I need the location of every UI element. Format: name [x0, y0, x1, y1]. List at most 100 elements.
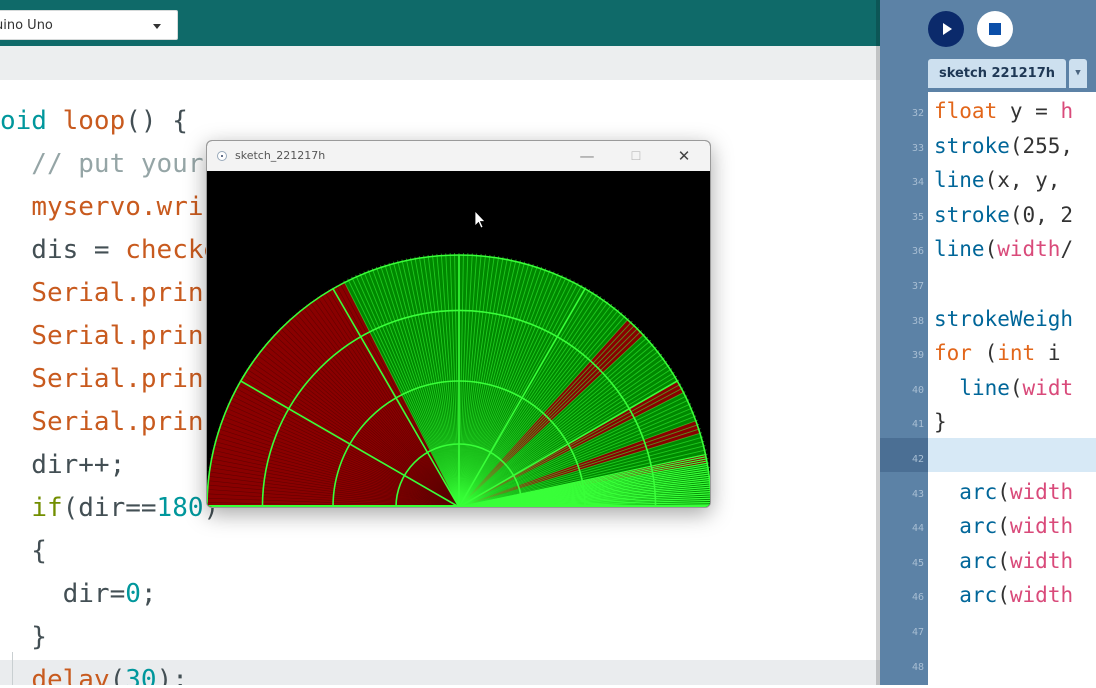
code-token: line — [934, 168, 985, 193]
code-token: // put your — [0, 149, 204, 179]
code-token: width — [1009, 548, 1074, 573]
arduino-toolbar: uino Uno — [0, 0, 882, 46]
code-token: ( — [1009, 375, 1023, 400]
code-line: { — [0, 531, 47, 571]
line-number: 37 — [911, 281, 924, 292]
board-selector-dropdown[interactable]: uino Uno — [0, 10, 178, 40]
code-token: ); — [156, 665, 188, 685]
code-line: stroke(0, 2 — [934, 198, 1096, 232]
line-number: 38 — [911, 315, 924, 327]
line-number: 34 — [911, 177, 924, 189]
minimize-button[interactable]: — — [572, 145, 602, 167]
code-token: line — [934, 237, 985, 262]
code-token: width — [997, 237, 1061, 262]
sketch-window-titlebar[interactable]: sketch_221217h — ☐ ✕ — [207, 141, 710, 171]
code-token: Serial.prin — [31, 364, 204, 394]
code-line: dir++; — [0, 445, 125, 485]
indent-guide — [12, 652, 13, 685]
line-number: 39 — [911, 350, 924, 362]
code-token: stroke — [934, 202, 1010, 227]
code-token: 30 — [125, 665, 157, 685]
code-token: width — [1009, 514, 1074, 539]
line-number: 33 — [911, 142, 924, 154]
sketch-window: sketch_221217h — ☐ ✕ — [206, 140, 711, 508]
chevron-down-icon — [153, 24, 161, 29]
code-token: arc — [959, 514, 998, 539]
code-token: ( — [997, 514, 1010, 539]
maximize-button[interactable]: ☐ — [621, 145, 651, 167]
code-token: (x, y, — [984, 168, 1074, 193]
code-line: line(width/ — [934, 232, 1096, 266]
line-number: 32 — [911, 108, 924, 119]
code-token: Serial.prin — [31, 321, 204, 351]
code-token: dis = — [0, 235, 126, 265]
code-token: myservo.wri — [31, 192, 204, 222]
code-token: (255, — [1009, 133, 1074, 158]
code-token: i — [1035, 341, 1061, 366]
code-token: delay — [31, 665, 110, 685]
run-button[interactable] — [928, 11, 964, 47]
code-token: ( — [997, 548, 1010, 573]
code-token: ( — [984, 237, 998, 262]
code-token: ( — [997, 479, 1010, 504]
radar-canvas — [207, 171, 710, 507]
line-number: 35 — [911, 211, 924, 223]
code-token: ( — [971, 341, 998, 366]
code-token: Serial.prin — [31, 278, 204, 308]
line-number: 43 — [911, 488, 924, 500]
code-token: } — [934, 410, 947, 435]
line-number-gutter: 32 33 34 35 36 37 38 39 40 41 42 43 44 45 46 47 48 — [880, 92, 928, 685]
code-line: } — [934, 405, 1096, 439]
line-number: 42 — [911, 454, 924, 465]
code-token: ; — [140, 579, 157, 609]
code-token: strokeWeigh — [934, 306, 1074, 331]
code-token: () { — [125, 106, 188, 136]
stop-button[interactable] — [977, 11, 1013, 47]
code-token: for — [934, 341, 972, 366]
processing-code-editor[interactable]: float y = h stroke(255, line(x, y, stroke(… — [928, 92, 1096, 685]
code-token: loop — [62, 106, 126, 136]
code-token: / — [1060, 237, 1074, 262]
code-line: strokeWeigh — [934, 302, 1096, 336]
line-number: 47 — [911, 627, 924, 638]
code-line: myservo.wri — [0, 187, 204, 227]
line-number: 41 — [911, 419, 924, 431]
line-number: 45 — [911, 557, 924, 569]
code-token: (dir== — [62, 493, 157, 523]
code-line: } — [0, 617, 47, 657]
code-token: { — [0, 536, 47, 566]
code-token: widt — [1022, 375, 1074, 400]
processing-app-icon — [217, 151, 227, 161]
code-token: stroke — [934, 133, 1010, 158]
close-button[interactable]: ✕ — [669, 145, 699, 167]
arduino-tab-strip — [0, 46, 882, 80]
tab-menu-button[interactable]: ▼ — [1069, 59, 1087, 88]
line-number: 46 — [911, 592, 924, 604]
sketch-window-title: sketch_221217h — [235, 149, 326, 162]
code-token: Serial.prin — [31, 407, 204, 437]
code-token: float — [934, 99, 998, 123]
code-token: if — [31, 493, 63, 523]
code-token: 180 — [156, 493, 204, 523]
code-token: } — [0, 622, 47, 652]
line-number: 40 — [911, 384, 924, 396]
code-line: arc(width — [934, 578, 1096, 612]
code-line: for (int i — [934, 336, 1096, 370]
board-selector-label: uino Uno — [0, 18, 53, 33]
code-token: ( — [109, 665, 126, 685]
tab-sketch[interactable]: sketch 221217h — [928, 59, 1066, 88]
code-token: dir++; — [0, 450, 126, 480]
code-token: width — [1009, 479, 1074, 504]
line-number: 36 — [911, 246, 924, 258]
code-token: h — [1060, 99, 1074, 123]
